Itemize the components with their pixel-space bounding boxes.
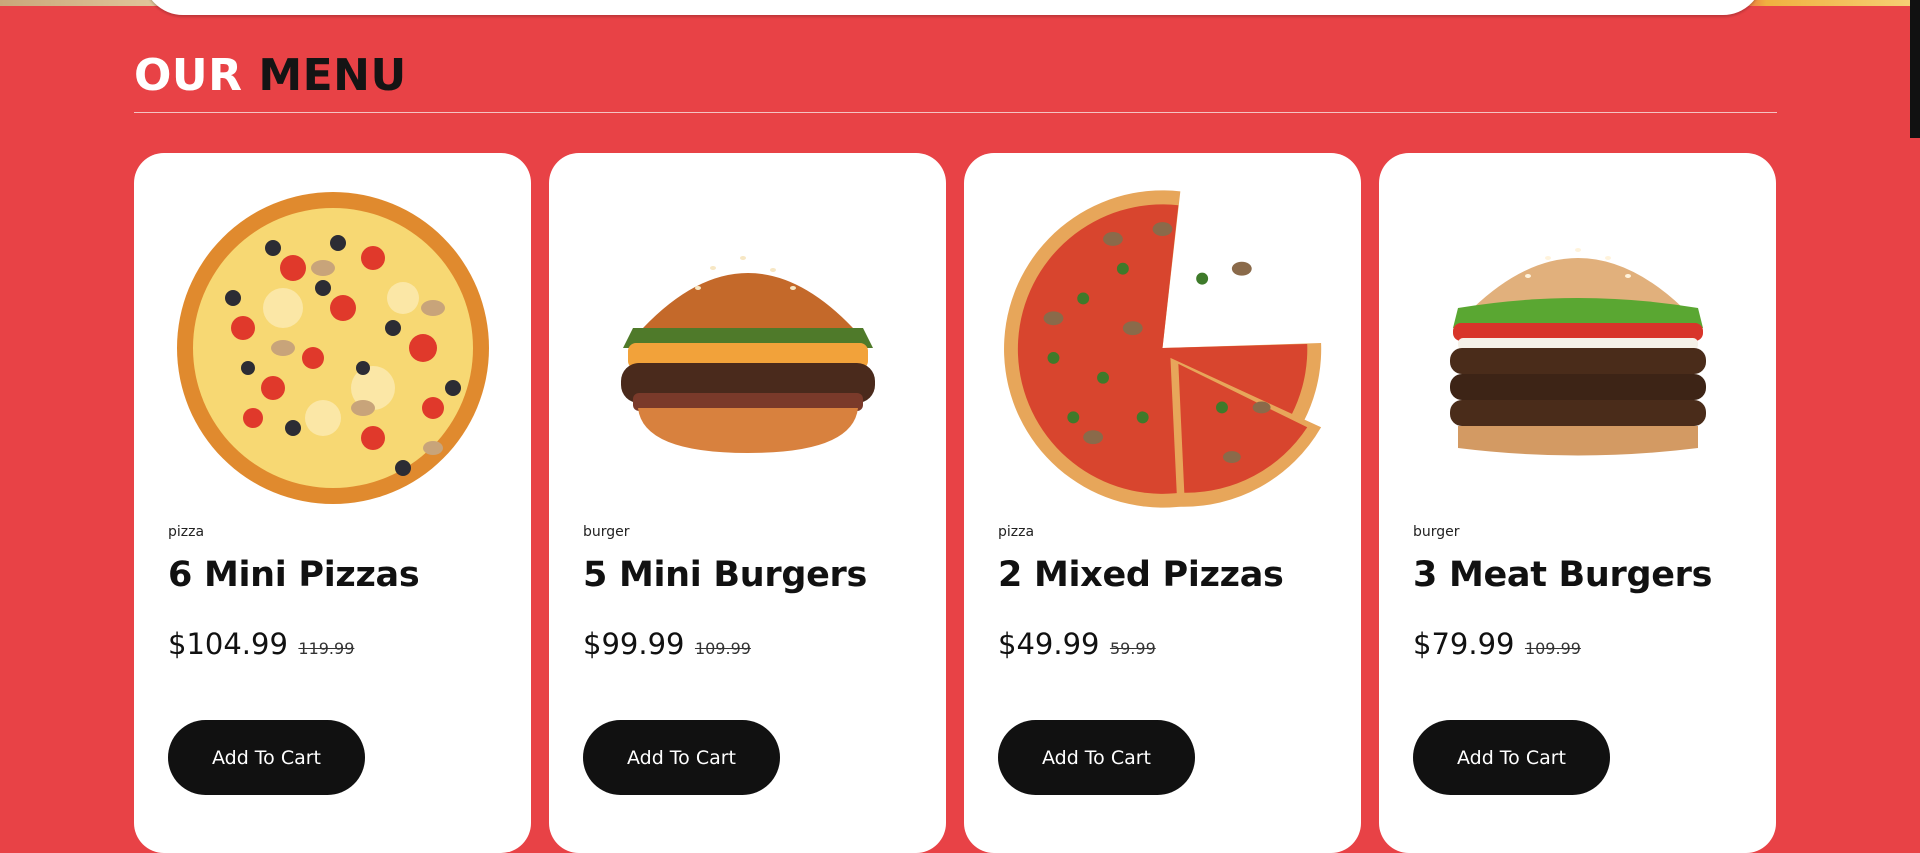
item-price: $79.99 [1413,627,1515,661]
add-to-cart-button[interactable]: Add To Cart [1413,720,1610,795]
item-category: pizza [998,524,1035,540]
price-row: $49.99 59.99 [998,627,1156,661]
item-price: $49.99 [998,627,1100,661]
item-old-price: 119.99 [298,639,355,658]
burger-image [1409,183,1746,513]
menu-card: burger 3 Meat Burgers $79.99 109.99 Add … [1379,153,1776,853]
pizza-image [994,183,1331,513]
item-price: $104.99 [168,627,288,661]
price-row: $104.99 119.99 [168,627,354,661]
item-name: 2 Mixed Pizzas [998,555,1284,595]
scrollbar-thumb[interactable] [1910,0,1920,138]
menu-card: burger 5 Mini Burgers $99.99 109.99 Add … [549,153,946,853]
pizza-image [164,183,501,513]
section-title-part1: OUR [134,50,243,101]
add-to-cart-button[interactable]: Add To Cart [998,720,1195,795]
item-name: 5 Mini Burgers [583,555,868,595]
item-old-price: 109.99 [1524,639,1581,658]
menu-card: pizza 2 Mixed Pizzas $49.99 59.99 Add To… [964,153,1361,853]
item-category: burger [583,524,630,540]
item-category: pizza [168,524,205,540]
item-name: 6 Mini Pizzas [168,555,420,595]
item-old-price: 59.99 [1109,639,1156,658]
menu-card: pizza 6 Mini Pizzas $104.99 119.99 Add T… [134,153,531,853]
add-to-cart-button[interactable]: Add To Cart [168,720,365,795]
section-title-part2: MENU [258,50,407,101]
burger-image [579,183,916,513]
menu-grid: pizza 6 Mini Pizzas $104.99 119.99 Add T… [134,153,1776,853]
title-divider [134,112,1777,113]
section-title: OUR MENU [134,50,407,101]
header-bar [143,0,1763,15]
item-category: burger [1413,524,1460,540]
item-old-price: 109.99 [694,639,751,658]
item-price: $99.99 [583,627,685,661]
price-row: $99.99 109.99 [583,627,751,661]
add-to-cart-button[interactable]: Add To Cart [583,720,780,795]
item-name: 3 Meat Burgers [1413,555,1713,595]
price-row: $79.99 109.99 [1413,627,1581,661]
